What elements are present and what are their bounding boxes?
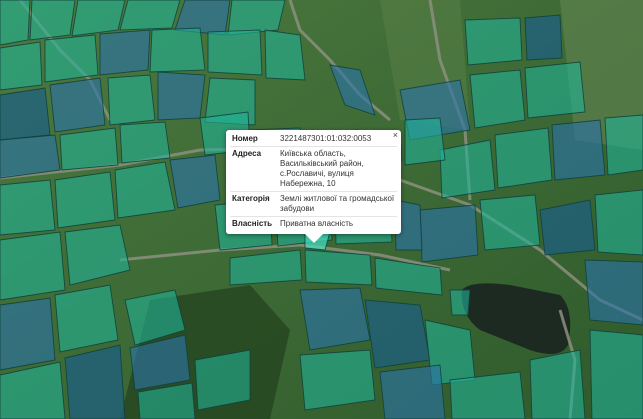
land-parcel[interactable] xyxy=(589,329,643,419)
land-parcel[interactable] xyxy=(64,344,126,419)
land-parcel[interactable] xyxy=(469,69,526,129)
land-parcel[interactable] xyxy=(44,34,99,83)
land-parcel[interactable] xyxy=(479,194,541,251)
land-parcel[interactable] xyxy=(304,249,373,286)
land-parcel[interactable] xyxy=(494,127,553,189)
info-label: Власність xyxy=(232,219,273,228)
land-parcel[interactable] xyxy=(299,349,376,411)
land-parcel[interactable] xyxy=(419,204,479,263)
land-parcel[interactable] xyxy=(54,171,116,229)
land-parcel[interactable] xyxy=(264,29,306,81)
land-parcel[interactable] xyxy=(29,0,76,41)
land-parcel[interactable] xyxy=(464,17,523,66)
info-label: Адреса xyxy=(230,146,278,192)
info-row-address: Адреса Київська область, Васильківський … xyxy=(230,146,397,192)
info-row-number: Номер 3221487301:01:032:0053 xyxy=(230,132,397,147)
land-parcel[interactable] xyxy=(0,179,56,236)
land-parcel[interactable] xyxy=(0,231,66,301)
land-parcel[interactable] xyxy=(539,199,596,256)
land-parcel[interactable] xyxy=(54,284,119,353)
info-value: 3221487301:01:032:0053 xyxy=(278,132,397,147)
land-parcel[interactable] xyxy=(49,77,106,133)
land-parcel[interactable] xyxy=(0,134,61,179)
land-parcel[interactable] xyxy=(107,74,156,126)
land-parcel[interactable] xyxy=(0,0,31,46)
land-parcel[interactable] xyxy=(449,371,526,419)
land-parcel[interactable] xyxy=(157,71,206,121)
land-parcel[interactable] xyxy=(99,29,151,76)
land-parcel[interactable] xyxy=(169,154,221,209)
parcel-info-popup: × Номер 3221487301:01:032:0053 Адреса Ки… xyxy=(226,130,401,243)
land-parcel[interactable] xyxy=(439,139,496,199)
land-parcel[interactable] xyxy=(59,127,119,171)
land-parcel[interactable] xyxy=(529,349,586,419)
land-parcel[interactable] xyxy=(114,161,176,219)
land-parcel[interactable] xyxy=(594,189,643,256)
popup-pointer xyxy=(305,234,323,243)
land-parcel[interactable] xyxy=(299,287,371,351)
land-parcel[interactable] xyxy=(0,87,51,141)
land-parcel[interactable] xyxy=(119,0,181,31)
land-parcel[interactable] xyxy=(149,27,206,73)
land-parcel[interactable] xyxy=(379,364,446,419)
info-row-category: Категорія Землі житлової та громадської … xyxy=(230,191,397,217)
land-parcel[interactable] xyxy=(604,114,643,176)
land-parcel[interactable] xyxy=(404,117,446,166)
info-label: Номер xyxy=(230,132,278,147)
land-parcel[interactable] xyxy=(364,299,431,369)
info-value: Київська область, Васильківський район, … xyxy=(278,146,397,192)
info-label: Категорія xyxy=(230,191,278,217)
land-parcel[interactable] xyxy=(584,259,643,326)
land-parcel[interactable] xyxy=(524,14,563,61)
land-parcel[interactable] xyxy=(524,61,586,119)
land-parcel[interactable] xyxy=(119,121,171,164)
land-parcel[interactable] xyxy=(551,119,606,181)
land-parcel[interactable] xyxy=(194,349,251,411)
close-icon[interactable]: × xyxy=(393,131,398,140)
land-parcel[interactable] xyxy=(449,289,471,316)
land-parcel[interactable] xyxy=(207,29,263,76)
land-parcel[interactable] xyxy=(0,41,43,91)
info-value: Землі житлової та громадської забудови xyxy=(278,191,397,217)
info-row-ownership: Власність Приватна власність xyxy=(230,217,397,232)
land-parcel[interactable] xyxy=(0,297,56,371)
info-value: Приватна власність xyxy=(280,219,354,228)
map-canvas[interactable]: × Номер 3221487301:01:032:0053 Адреса Ки… xyxy=(0,0,643,419)
parcel-info-table: Номер 3221487301:01:032:0053 Адреса Київ… xyxy=(230,132,397,231)
